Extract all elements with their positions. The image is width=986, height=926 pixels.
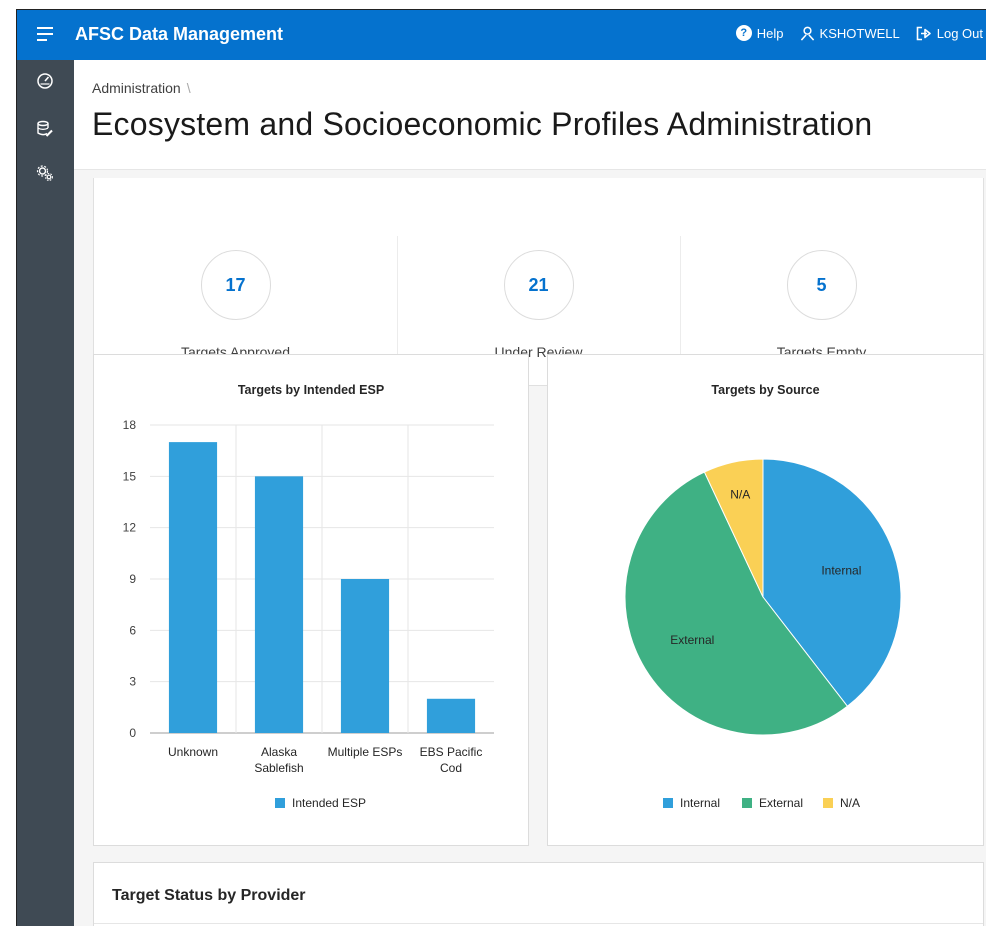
page-header: Administration \ Ecosystem and Socioecono… [74,60,986,170]
legend-swatch [663,798,673,808]
panel-title: Target Status by Provider [112,887,306,904]
y-tick-label: 0 [129,726,136,740]
chart-legend: Intended ESP [275,796,366,810]
help-link[interactable]: ? Help [735,25,784,41]
legend-swatch [742,798,752,808]
y-tick-label: 6 [129,623,136,637]
legend-swatch [823,798,833,808]
nav-links: ? Help KSHOTWELL Log Out [720,25,983,41]
provider-status-panel: Target Status by Provider [93,862,984,926]
divider [94,923,983,924]
slice-label: External [670,633,714,647]
x-tick-label: Sablefish [254,761,303,775]
legend-label: Intended ESP [292,796,366,810]
breadcrumb: Administration \ [92,80,191,96]
breadcrumb-item-administration[interactable]: Administration [92,80,181,96]
logout-label: Log Out [936,25,983,41]
source-pie-chart-card: Targets by Source Internal External N/A Int… [547,354,984,846]
y-tick-label: 9 [129,572,136,586]
bar [168,442,218,733]
x-tick-label: EBS Pacific [420,745,483,759]
main-content: Administration \ Ecosystem and Socioecono… [74,60,986,926]
source-pie-chart: Internal External N/A Internal External N/A [624,458,902,810]
database-edit-icon[interactable] [36,120,54,138]
legend-label: Internal [680,796,720,810]
stat-value[interactable]: 17 [200,250,271,320]
chart-legend: Internal External N/A [663,796,860,810]
legend-label: N/A [840,796,860,810]
logout-link[interactable]: Log Out [916,26,983,41]
bar [426,698,476,733]
x-tick-label: Unknown [168,745,218,759]
legend-label: External [759,796,803,810]
y-tick-label: 12 [123,521,137,535]
y-tick-label: 3 [129,675,136,689]
bar [254,476,304,733]
dashboard-gauge-icon[interactable] [36,72,54,90]
user-icon [800,26,814,41]
esp-bar-chart: 0 3 6 9 12 15 18 Unknown Alaska Sablefish Multiple… [123,418,494,810]
stat-value[interactable]: 21 [503,250,574,320]
x-tick-label: Multiple ESPs [328,745,403,759]
user-menu[interactable]: KSHOTWELL [800,26,900,41]
slice-label: Internal [821,563,861,577]
app-window: AFSC Data Management ? Help KSHOTWELL Lo… [16,9,986,926]
esp-bar-chart-card: Targets by Intended ESP 0 3 6 9 12 15 18 Unknow… [93,354,529,846]
x-tick-label: Alaska [261,745,297,759]
menu-toggle-icon[interactable] [37,27,53,41]
page-title: Ecosystem and Socioeconomic Profiles Adm… [92,106,873,142]
x-tick-label: Cod [440,761,462,775]
y-tick-label: 18 [123,418,137,432]
gears-icon[interactable] [36,164,54,182]
user-name: KSHOTWELL [819,25,900,41]
top-navigation-bar: AFSC Data Management ? Help KSHOTWELL Lo… [17,10,986,60]
sidebar [17,60,74,926]
bar [340,579,390,733]
help-icon: ? [735,25,752,41]
breadcrumb-separator: \ [186,80,191,96]
y-tick-label: 15 [123,469,137,483]
logout-icon [916,26,931,40]
help-label: Help [756,25,784,41]
stat-value[interactable]: 5 [786,250,857,320]
legend-swatch [275,798,285,808]
app-title[interactable]: AFSC Data Management [75,24,283,45]
slice-label: N/A [730,488,750,502]
